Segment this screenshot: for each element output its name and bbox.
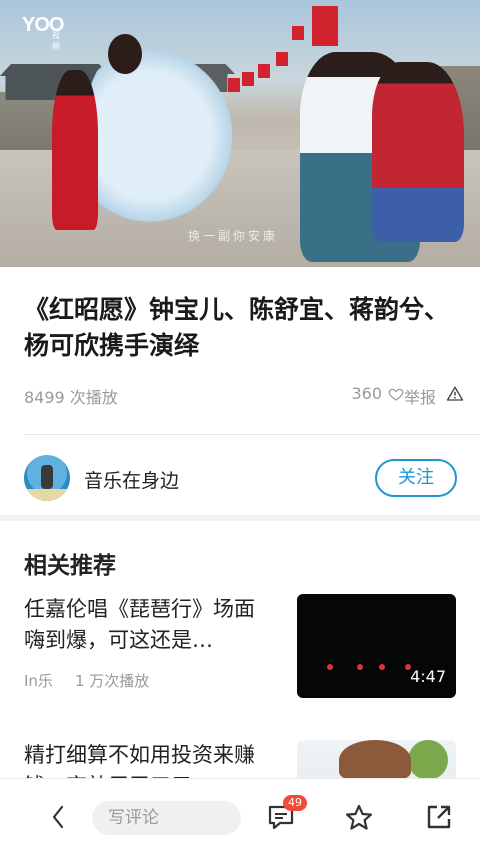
comment-count-badge: 49 — [283, 795, 307, 811]
video-scene — [372, 62, 464, 242]
author-avatar[interactable] — [24, 455, 70, 501]
related-item-title[interactable]: 精打细算不如用投资来赚钱，高效用于三元 — [24, 740, 274, 780]
like-count[interactable]: 360 — [351, 384, 382, 403]
logo-sub-text: 视频 — [52, 31, 60, 51]
section-gap — [0, 515, 480, 521]
video-subtitle: 换一副你安康 — [188, 229, 279, 243]
thumbnail-graphic — [339, 740, 411, 780]
comment-input[interactable]: 写评论 — [92, 801, 241, 835]
video-duration: 4:47 — [410, 667, 446, 686]
video-scene — [108, 34, 142, 74]
video-scene — [52, 70, 98, 230]
video-title: 《红昭愿》钟宝儿、陈舒宜、蒋韵兮、杨可欣携手演绎 — [24, 295, 450, 360]
author-name[interactable]: 音乐在身边 — [84, 466, 179, 493]
related-item-plays: 1 万次播放 — [74, 672, 150, 690]
related-item-thumbnail[interactable] — [297, 740, 456, 780]
related-item[interactable]: 任嘉伦唱《琵琶行》场面嗨到爆，可这还是… In乐 1 万次播放 4:47 — [24, 594, 456, 704]
related-item-source: In乐 — [24, 672, 53, 690]
video-scene — [292, 26, 304, 40]
warning-icon[interactable] — [446, 385, 464, 403]
related-item[interactable]: 精打细算不如用投资来赚钱，高效用于三元 — [24, 740, 456, 780]
thumbnail-graphic — [327, 664, 333, 670]
back-icon[interactable] — [46, 803, 70, 831]
video-scene — [276, 52, 288, 66]
thumbnail-graphic — [408, 740, 448, 780]
thumbnail-graphic — [357, 664, 363, 670]
thumbnail-graphic — [379, 664, 385, 670]
report-link[interactable]: 举报 — [404, 384, 436, 408]
avatar-graphic — [41, 465, 53, 489]
video-stats: 8499 次播放 360 举报 — [24, 384, 464, 408]
share-icon[interactable] — [425, 803, 453, 831]
star-icon[interactable] — [344, 803, 374, 833]
bottom-action-bar: 写评论 49 — [0, 778, 480, 855]
video-player[interactable]: YOO 视频 换一副你安康 — [0, 0, 480, 267]
avatar-graphic — [24, 489, 70, 501]
video-scene — [258, 64, 270, 78]
video-scene — [86, 36, 246, 236]
related-item-title[interactable]: 任嘉伦唱《琵琶行》场面嗨到爆，可这还是… — [24, 594, 274, 656]
video-scene — [312, 6, 338, 46]
heart-icon[interactable] — [388, 386, 404, 402]
related-item-meta: In乐 1 万次播放 — [24, 670, 149, 691]
divider — [24, 434, 480, 435]
youku-logo: YOO 视频 — [22, 14, 64, 51]
follow-button[interactable]: 关注 — [375, 459, 457, 497]
related-heading: 相关推荐 — [24, 553, 116, 579]
video-scene — [242, 72, 254, 86]
play-count: 8499 次播放 — [24, 388, 118, 407]
related-item-thumbnail[interactable]: 4:47 — [297, 594, 456, 698]
